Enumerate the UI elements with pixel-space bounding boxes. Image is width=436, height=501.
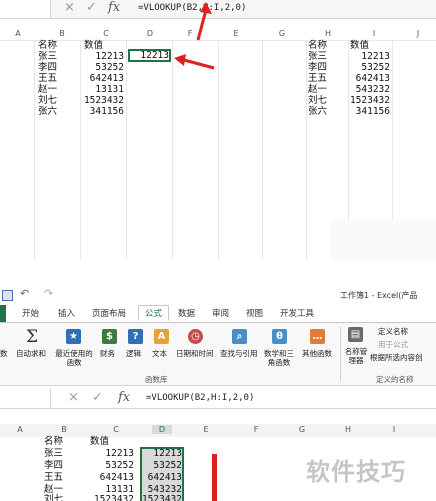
bottom-formula-text[interactable]: =VLOOKUP(B2,H:I,2,0)	[146, 393, 254, 403]
header-name[interactable]: 名称	[44, 436, 63, 447]
cell-result[interactable]: 12213	[138, 448, 182, 459]
bottom-name-box[interactable]	[0, 388, 51, 408]
group-label-names: 定义的名称	[376, 375, 414, 384]
save-icon[interactable]	[2, 290, 13, 301]
window-title: 工作簿1 - Excel(产品	[340, 291, 418, 300]
tab-review[interactable]: 审阅	[212, 307, 229, 319]
undo-icon[interactable]: ↶	[20, 287, 29, 300]
clock-icon: ◷	[188, 329, 203, 344]
lookup-icon: ⌕	[232, 329, 247, 344]
lookup-button[interactable]: 查找与引用	[220, 349, 258, 358]
use-in-formula-button[interactable]: 用于公式	[378, 340, 408, 349]
col-header[interactable]: C	[106, 425, 126, 434]
tab-developer[interactable]: 开发工具	[280, 307, 314, 319]
name-manager-button[interactable]: 名称管理器	[342, 347, 370, 365]
arrow-to-cell	[183, 58, 215, 70]
logic-icon: ?	[128, 329, 143, 344]
autosum-icon: Σ	[26, 327, 39, 347]
arrow-head-cell	[174, 54, 186, 66]
cell-value[interactable]: 12213	[88, 448, 134, 459]
cell-name[interactable]: 李四	[44, 460, 63, 471]
cell-value[interactable]: 53252	[88, 460, 134, 471]
screenshot-composite: × ✓ fx =VLOOKUP(B2,H:I,2,0) A B C D E F …	[0, 0, 436, 501]
tab-formulas[interactable]: 公式	[138, 305, 170, 321]
arrow-to-formula	[196, 9, 208, 41]
cell-result[interactable]: 642413	[138, 472, 182, 483]
tab-home[interactable]: 开始	[22, 307, 39, 319]
recent-functions-button[interactable]: 最近使用的函数	[54, 349, 94, 367]
tab-data[interactable]: 数据	[178, 307, 195, 319]
logic-button[interactable]: 逻辑	[126, 349, 141, 358]
ribbon-tabs: 开始 插入 页面布局 公式 数据 审阅 视图 开发工具	[0, 305, 436, 322]
group-label-library: 函数库	[145, 375, 168, 384]
cell-value[interactable]: 1523432	[88, 494, 134, 501]
excel-title-bar: ↶ ↷ 工作簿1 - Excel(产品	[0, 286, 436, 305]
more-functions-icon: …	[310, 329, 325, 344]
cell-result[interactable]: 1523432	[138, 494, 182, 501]
col-header[interactable]: E	[196, 425, 216, 434]
cell-result[interactable]: 53252	[138, 460, 182, 471]
col-header[interactable]: I	[384, 425, 404, 434]
ribbon-separator	[340, 327, 341, 381]
ribbon-formulas: 数 Σ 自动求和 ★ 最近使用的函数 $ 财务 ? 逻辑 A 文本 ◷ 日期和时…	[0, 322, 436, 386]
col-header[interactable]: B	[54, 425, 74, 434]
finance-button[interactable]: 财务	[100, 349, 115, 358]
col-header[interactable]: H	[338, 425, 358, 434]
bottom-formula-bar: × ✓ fx =VLOOKUP(B2,H:I,2,0)	[0, 388, 436, 409]
col-header[interactable]: G	[292, 425, 312, 434]
tab-view[interactable]: 视图	[246, 307, 263, 319]
watermark: 软件技巧	[306, 458, 406, 486]
name-manager-icon: ▤	[348, 327, 363, 342]
col-header[interactable]: D	[152, 425, 172, 434]
cancel-icon[interactable]: ×	[68, 391, 79, 404]
datetime-button[interactable]: 日期和时间	[176, 349, 214, 358]
col-header[interactable]: A	[10, 425, 30, 434]
star-icon: ★	[66, 329, 81, 344]
tab-page-layout[interactable]: 页面布局	[92, 307, 126, 319]
file-tab-stub[interactable]	[0, 305, 6, 322]
text-button[interactable]: 文本	[152, 349, 167, 358]
more-functions-button[interactable]: 其他函数	[302, 349, 332, 358]
autosum-button[interactable]: 自动求和	[16, 349, 46, 358]
annotation-arrow-bottom	[212, 454, 217, 501]
header-value[interactable]: 数值	[90, 436, 109, 447]
create-from-selection-button[interactable]: 根据所选内容创	[370, 353, 423, 362]
cell-value[interactable]: 642413	[88, 472, 134, 483]
tab-insert[interactable]: 插入	[58, 307, 75, 319]
enter-icon[interactable]: ✓	[92, 391, 103, 404]
cell-name[interactable]: 张三	[44, 448, 63, 459]
text-icon: A	[154, 329, 169, 344]
arrow-head-formula	[200, 2, 212, 14]
blur-patch	[330, 220, 436, 260]
math-button[interactable]: 数学和三角函数	[262, 349, 296, 367]
annotation-arrows	[174, 2, 215, 70]
cell-name[interactable]: 王五	[44, 472, 63, 483]
insert-function-button[interactable]: 数	[0, 349, 8, 358]
redo-icon[interactable]: ↷	[44, 287, 53, 300]
math-icon: θ	[272, 329, 287, 344]
define-name-button[interactable]: 定义名称	[378, 327, 408, 336]
cell-name[interactable]: 刘七	[44, 494, 63, 501]
col-header[interactable]: F	[246, 425, 266, 434]
bottom-column-headers: A B C D E F G H I	[0, 424, 436, 437]
fx-icon[interactable]: fx	[118, 390, 130, 405]
finance-icon: $	[102, 329, 117, 344]
